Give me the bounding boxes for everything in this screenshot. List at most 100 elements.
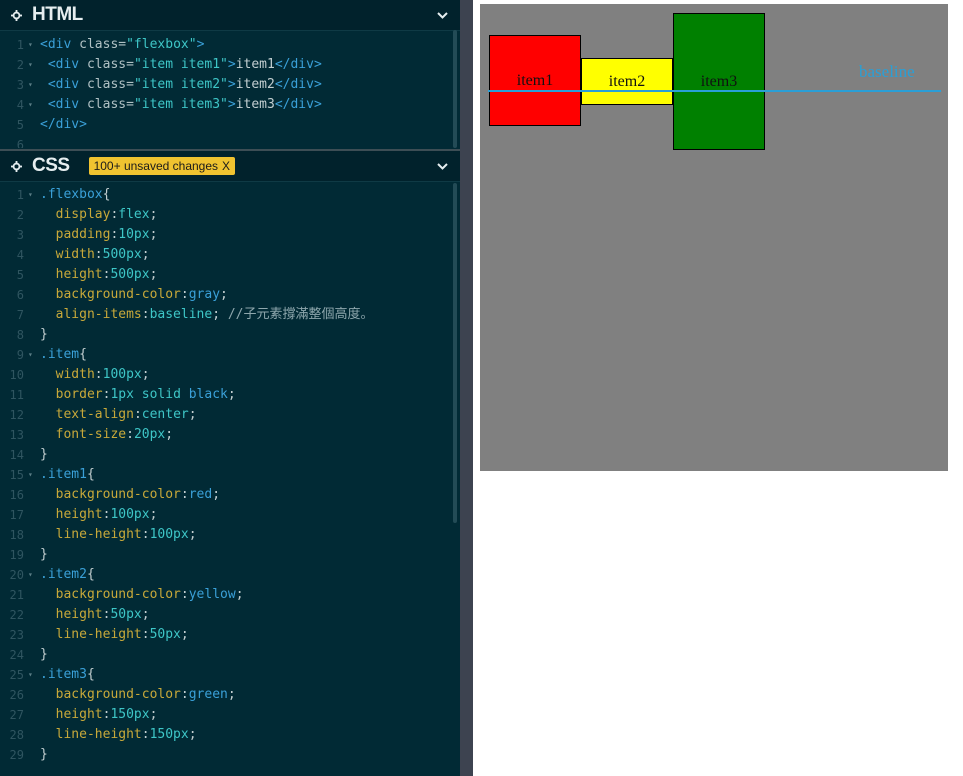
code-token: ; [141,607,150,622]
line-number: 16 [9,488,24,502]
line-number: 5 [16,118,24,132]
code-token: ; [235,587,244,602]
code-token: ; [149,227,158,242]
code-token: class= [86,77,134,92]
line-number: 9 [16,348,24,362]
code-text: } [40,445,48,465]
line-number: 19 [9,548,24,562]
gear-icon[interactable] [10,160,22,172]
html-scrollbar[interactable] [453,30,457,148]
css-scrollbar[interactable] [453,183,457,523]
code-token: ; [141,247,150,262]
code-token: { [102,187,111,202]
gear-icon[interactable] [10,9,22,21]
code-token: width [55,247,95,262]
chevron-down-icon[interactable] [436,160,448,172]
line-number: 27 [9,708,24,722]
panel-resizer[interactable] [460,0,473,776]
code-text: .item3{ [40,665,95,685]
code-token: ; [212,487,221,502]
code-token: baseline [149,307,213,322]
line-number: 22 [9,608,24,622]
fold-arrow-icon[interactable]: ▾ [28,185,33,205]
code-token: { [86,467,95,482]
fold-arrow-icon[interactable]: ▾ [28,55,33,75]
line-number: 12 [9,408,24,422]
code-token: > [227,77,236,92]
code-token: 1px solid [110,387,189,402]
code-token: { [86,567,95,582]
baseline-line [488,90,941,92]
line-number: 2 [16,208,24,222]
code-text: background-color:green; [40,685,236,705]
code-token: ; [149,707,158,722]
code-token: border [55,387,103,402]
html-panel-title: HTML [32,4,83,25]
code-token: } [40,647,48,662]
line-number: 11 [9,388,24,402]
code-token: .item3 [40,667,87,682]
line-number: 6 [16,288,24,302]
code-token: yellow [188,587,236,602]
code-token: ; [149,207,158,222]
close-icon[interactable]: X [222,159,230,173]
line-number: 10 [9,368,24,382]
code-token: ; [188,407,197,422]
line-number: 18 [9,528,24,542]
line-number: 14 [9,448,24,462]
code-token: background-color [55,587,181,602]
code-token: 20px [133,427,166,442]
code-text: padding:10px; [40,225,158,245]
fold-arrow-icon[interactable]: ▾ [28,665,33,685]
line-number: 26 [9,688,24,702]
unsaved-changes-badge[interactable]: 100+ unsaved changes X [88,157,236,175]
code-token: font-size [55,427,127,442]
code-text: line-height:50px; [40,625,189,645]
code-text: .item2{ [40,565,95,585]
code-token: green [188,687,228,702]
code-token: ; [149,507,158,522]
line-number: 20 [9,568,24,582]
chevron-down-icon[interactable] [436,9,448,21]
code-text: line-height:150px; [40,725,197,745]
code-token: ; [141,367,150,382]
code-text: width:100px; [40,365,150,385]
code-editor: HTML 1 ▾ <div class="flexbox"> 2 ▾ <div clas… [0,0,460,776]
code-token: align-items [55,307,142,322]
code-token: center [141,407,189,422]
html-code-area[interactable]: 1 ▾ <div class="flexbox"> 2 ▾ <div class="it… [0,35,460,148]
code-text: .item{ [40,345,87,365]
fold-arrow-icon[interactable]: ▾ [28,75,33,95]
fold-arrow-icon[interactable]: ▾ [28,565,33,585]
code-token: : [141,627,150,642]
line-number: 3 [16,228,24,242]
fold-arrow-icon[interactable]: ▾ [28,35,33,55]
line-number: 5 [16,268,24,282]
css-code-area[interactable]: 1 ▾ .flexbox{2 display:flex; 3 padding:10px… [0,185,460,776]
line-number: 1 [16,38,24,52]
code-text: <div class="item item3">item3</div> [40,95,322,115]
preview-pane: item1 item2 item3 baseline [473,0,963,776]
code-token: display [55,207,111,222]
item3-box: item3 [673,13,765,150]
fold-arrow-icon[interactable]: ▾ [28,465,33,485]
fold-arrow-icon[interactable]: ▾ [28,95,33,115]
fold-arrow-icon[interactable]: ▾ [28,345,33,365]
code-token: : [180,287,189,302]
code-token: <div [47,97,87,112]
line-number: 2 [16,58,24,72]
code-token: ; [220,287,228,302]
code-token: </div> [274,57,322,72]
code-token: height [55,607,103,622]
line-number: 1 [16,188,24,202]
